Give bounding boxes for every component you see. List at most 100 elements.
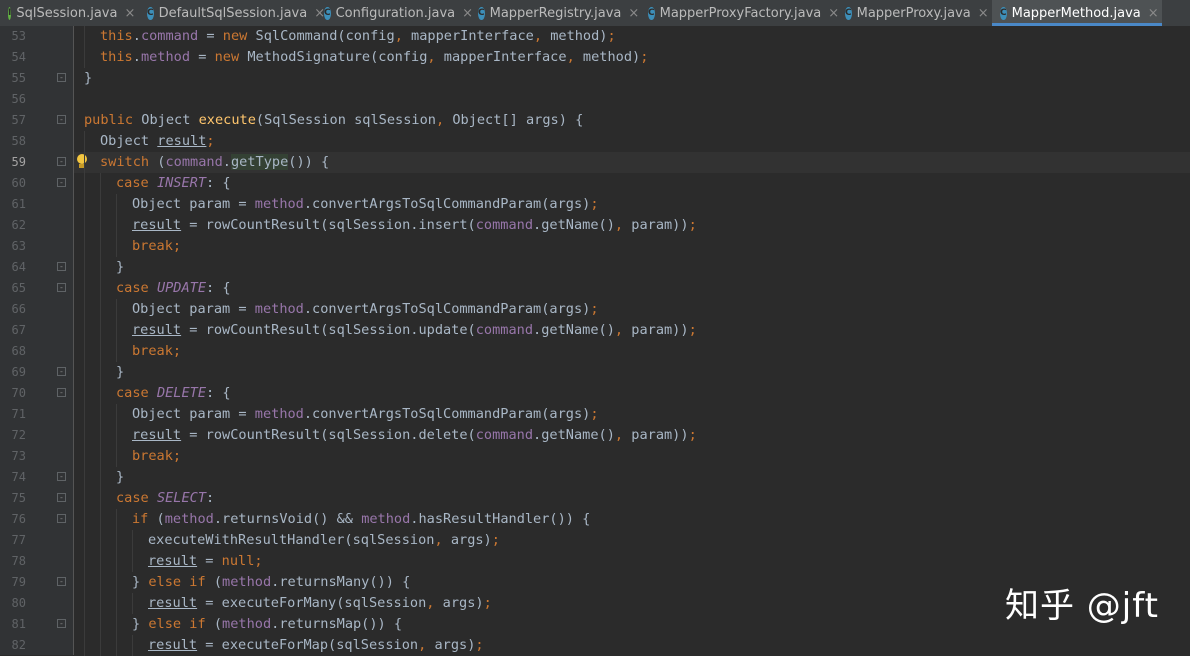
code-line[interactable]: 76- if (method.returnsVoid() && method.ha…	[0, 509, 1190, 530]
code-line[interactable]: 75 - case SELECT:	[0, 488, 1190, 509]
indent-guide	[84, 572, 85, 593]
code-token: .returnsMap()) {	[271, 616, 403, 632]
indent-guide	[84, 362, 85, 383]
code-line[interactable]: 56	[0, 89, 1190, 110]
code-token: method	[164, 511, 214, 527]
code-line[interactable]: 67 result = rowCountResult(sqlSession.upd…	[0, 320, 1190, 341]
code-line[interactable]: 65 - case UPDATE: {	[0, 278, 1190, 299]
fold-toggle-icon[interactable]: -	[57, 115, 66, 124]
code-line[interactable]: 61 Object param = method.convertArgsToSql…	[0, 194, 1190, 215]
code-line[interactable]: 77 executeWithResultHandler(sqlSession, a…	[0, 530, 1190, 551]
code-line[interactable]: 69 -}	[0, 362, 1190, 383]
code-token: =	[198, 28, 223, 44]
code-line[interactable]: 68 break;	[0, 341, 1190, 362]
code-line[interactable]: 59 - switch (command.getType()) {	[0, 152, 1190, 173]
close-tab-icon[interactable]: ×	[124, 6, 135, 21]
code-token: null	[221, 553, 255, 569]
code-text: case SELECT:	[116, 488, 214, 509]
tab-mappermethod[interactable]: C MapperMethod.java ×	[992, 0, 1162, 26]
code-text: case UPDATE: {	[116, 278, 231, 299]
code-line[interactable]: 58 Object result;	[0, 131, 1190, 152]
indent-guide	[84, 257, 85, 278]
editor-tab-bar: I SqlSession.java × C DefaultSqlSession.java…	[0, 0, 1190, 27]
tab-sqlsession[interactable]: I SqlSession.java ×	[0, 0, 139, 26]
fold-toggle-icon[interactable]: -	[57, 472, 66, 481]
fold-toggle-icon[interactable]: -	[57, 73, 66, 82]
line-number: 78	[11, 554, 26, 568]
code-token: args)	[442, 532, 492, 548]
code-token: method	[222, 574, 272, 590]
fold-toggle-icon[interactable]: -	[57, 619, 66, 628]
code-line[interactable]: 64 -}	[0, 257, 1190, 278]
code-line[interactable]: 66 Object param = method.convertArgsToSql…	[0, 299, 1190, 320]
line-number: 72	[11, 428, 26, 442]
code-token: .	[222, 154, 231, 170]
code-line[interactable]: 55 -}	[0, 68, 1190, 89]
code-text: result = rowCountResult(sqlSession.delet…	[132, 425, 697, 446]
indent-guide	[84, 194, 85, 215]
fold-toggle-icon[interactable]: -	[57, 178, 66, 187]
code-token: ;	[590, 196, 599, 212]
code-line[interactable]: 78 result = null;	[0, 551, 1190, 572]
indent-guide	[100, 341, 101, 362]
tab-mapperproxy[interactable]: C MapperProxy.java ×	[837, 0, 992, 26]
code-token: Object	[133, 112, 199, 128]
indent-guide	[84, 509, 85, 530]
line-number: 55	[11, 71, 26, 85]
indent-guide	[84, 215, 85, 236]
code-token: (SqlSession sqlSession	[255, 112, 436, 128]
fold-toggle-icon[interactable]: -	[57, 283, 66, 292]
code-text: if (method.returnsVoid() && method.hasRe…	[132, 509, 590, 530]
indent-guide	[116, 320, 117, 341]
code-text: break;	[132, 236, 181, 257]
indent-guide	[100, 614, 101, 635]
code-line[interactable]: 63 break;	[0, 236, 1190, 257]
tab-mapperregistry[interactable]: C MapperRegistry.java ×	[470, 0, 640, 26]
code-line[interactable]: 82 result = executeForMap(sqlSession, arg…	[0, 635, 1190, 656]
fold-toggle-icon[interactable]: -	[57, 262, 66, 271]
indent-guide	[84, 236, 85, 257]
code-line[interactable]: 70 - case DELETE: {	[0, 383, 1190, 404]
fold-toggle-icon[interactable]: -	[57, 514, 66, 523]
fold-toggle-icon[interactable]: -	[57, 388, 66, 397]
code-token: = executeForMany(sqlSession	[197, 595, 427, 611]
code-text: case INSERT: {	[116, 173, 231, 194]
fold-toggle-icon[interactable]: -	[57, 157, 66, 166]
code-line[interactable]: 57 - public Object execute(SqlSession sqlS…	[0, 110, 1190, 131]
code-line[interactable]: 53 this.command = new SqlCommand(config, …	[0, 26, 1190, 47]
code-line[interactable]: 73 break;	[0, 446, 1190, 467]
line-number: 57	[11, 113, 26, 127]
code-line[interactable]: 62 result = rowCountResult(sqlSession.ins…	[0, 215, 1190, 236]
code-token: ;	[172, 343, 182, 359]
code-line[interactable]: 54 this.method = new MethodSignature(conf…	[0, 47, 1190, 68]
code-token: break	[132, 238, 173, 254]
tab-defaultsqlsession[interactable]: C DefaultSqlSession.java ×	[139, 0, 325, 26]
code-token: }	[116, 364, 125, 380]
code-token: this	[100, 28, 133, 44]
tab-mapperproxyfactory[interactable]: C MapperProxyFactory.java ×	[640, 0, 839, 26]
code-line[interactable]: 72 result = rowCountResult(sqlSession.del…	[0, 425, 1190, 446]
code-token: public	[84, 112, 134, 128]
code-line[interactable]: 74 -}	[0, 467, 1190, 488]
code-token: (	[205, 616, 223, 632]
code-line[interactable]: 60 - case INSERT: {	[0, 173, 1190, 194]
tab-configuration[interactable]: C Configuration.java ×	[316, 0, 473, 26]
code-token: .getName()	[533, 217, 615, 233]
code-token: (	[149, 154, 166, 170]
code-line[interactable]: 71 Object param = method.convertArgsToSql…	[0, 404, 1190, 425]
line-number: 59	[11, 155, 26, 169]
fold-toggle-icon[interactable]: -	[57, 493, 66, 502]
close-tab-icon[interactable]: ×	[628, 6, 639, 21]
indent-guide	[116, 194, 117, 215]
close-tab-icon[interactable]: ×	[1148, 6, 1159, 21]
code-token: switch	[100, 154, 150, 170]
fold-toggle-icon[interactable]: -	[57, 577, 66, 586]
fold-toggle-icon[interactable]: -	[57, 367, 66, 376]
indent-guide	[100, 383, 101, 404]
code-text: result = executeForMany(sqlSession, args…	[148, 593, 492, 614]
close-tab-icon[interactable]: ×	[978, 6, 989, 21]
indent-guide	[84, 320, 85, 341]
code-token: SqlCommand(config	[247, 28, 395, 44]
intention-bulb-icon[interactable]	[76, 154, 88, 168]
indent-guide	[116, 425, 117, 446]
